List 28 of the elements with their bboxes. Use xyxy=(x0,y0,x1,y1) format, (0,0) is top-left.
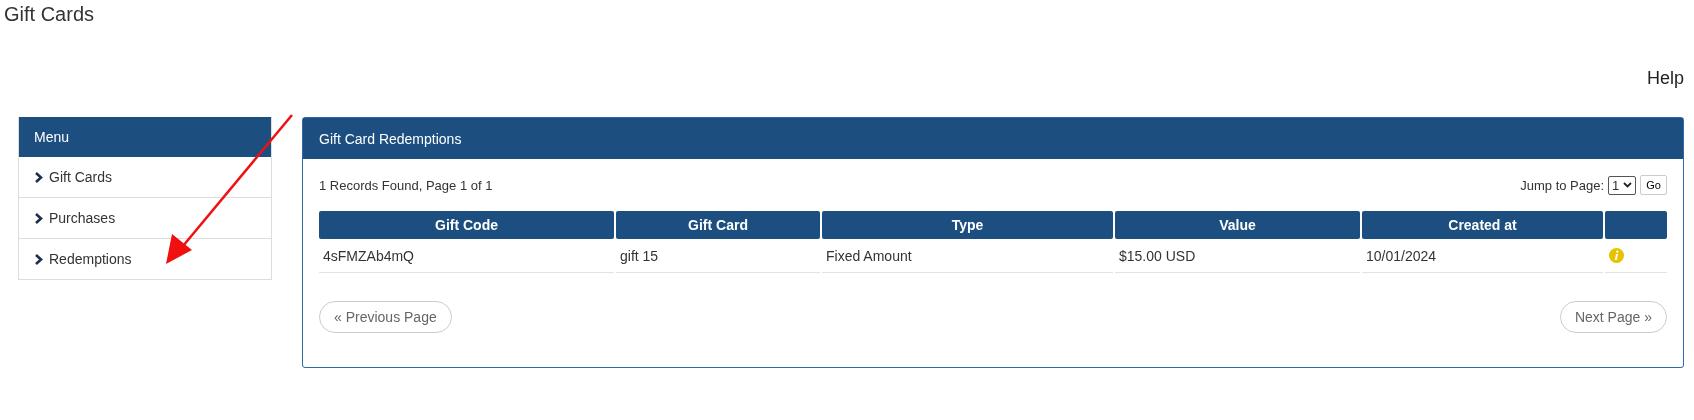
menu-header: Menu xyxy=(19,117,271,157)
page-title: Gift Cards xyxy=(3,2,96,27)
page-select[interactable]: 1 xyxy=(1608,175,1637,195)
jump-label: Jump to Page: xyxy=(1520,177,1605,193)
column-header: Gift Code xyxy=(319,211,614,239)
menu-item[interactable]: Purchases xyxy=(19,197,271,238)
previous-page-button[interactable]: « Previous Page xyxy=(319,301,452,333)
records-info: 1 Records Found, Page 1 of 1 xyxy=(319,177,493,193)
table-cell: $15.00 USD xyxy=(1115,239,1360,273)
next-page-button[interactable]: Next Page » xyxy=(1559,301,1667,333)
column-header: Type xyxy=(822,211,1113,239)
chevron-icon xyxy=(35,253,43,265)
table-cell: 10/01/2024 xyxy=(1362,239,1603,273)
table-cell: gift 15 xyxy=(616,239,820,273)
table-cell: Fixed Amount xyxy=(822,239,1113,273)
menu-item[interactable]: Gift Cards xyxy=(19,157,271,197)
go-button[interactable]: Go xyxy=(1640,175,1667,195)
table-cell: 4sFMZAb4mQ xyxy=(319,239,614,273)
info-icon[interactable] xyxy=(1609,248,1624,263)
chevron-icon xyxy=(35,212,43,224)
column-header: Gift Card xyxy=(616,211,820,239)
chevron-icon xyxy=(35,171,43,183)
column-header: Created at xyxy=(1362,211,1603,239)
help-link[interactable]: Help xyxy=(1646,68,1684,89)
column-header xyxy=(1605,211,1667,239)
panel-header: Gift Card Redemptions xyxy=(303,118,1683,159)
caret-icon xyxy=(1623,182,1633,188)
column-header: Value xyxy=(1115,211,1360,239)
